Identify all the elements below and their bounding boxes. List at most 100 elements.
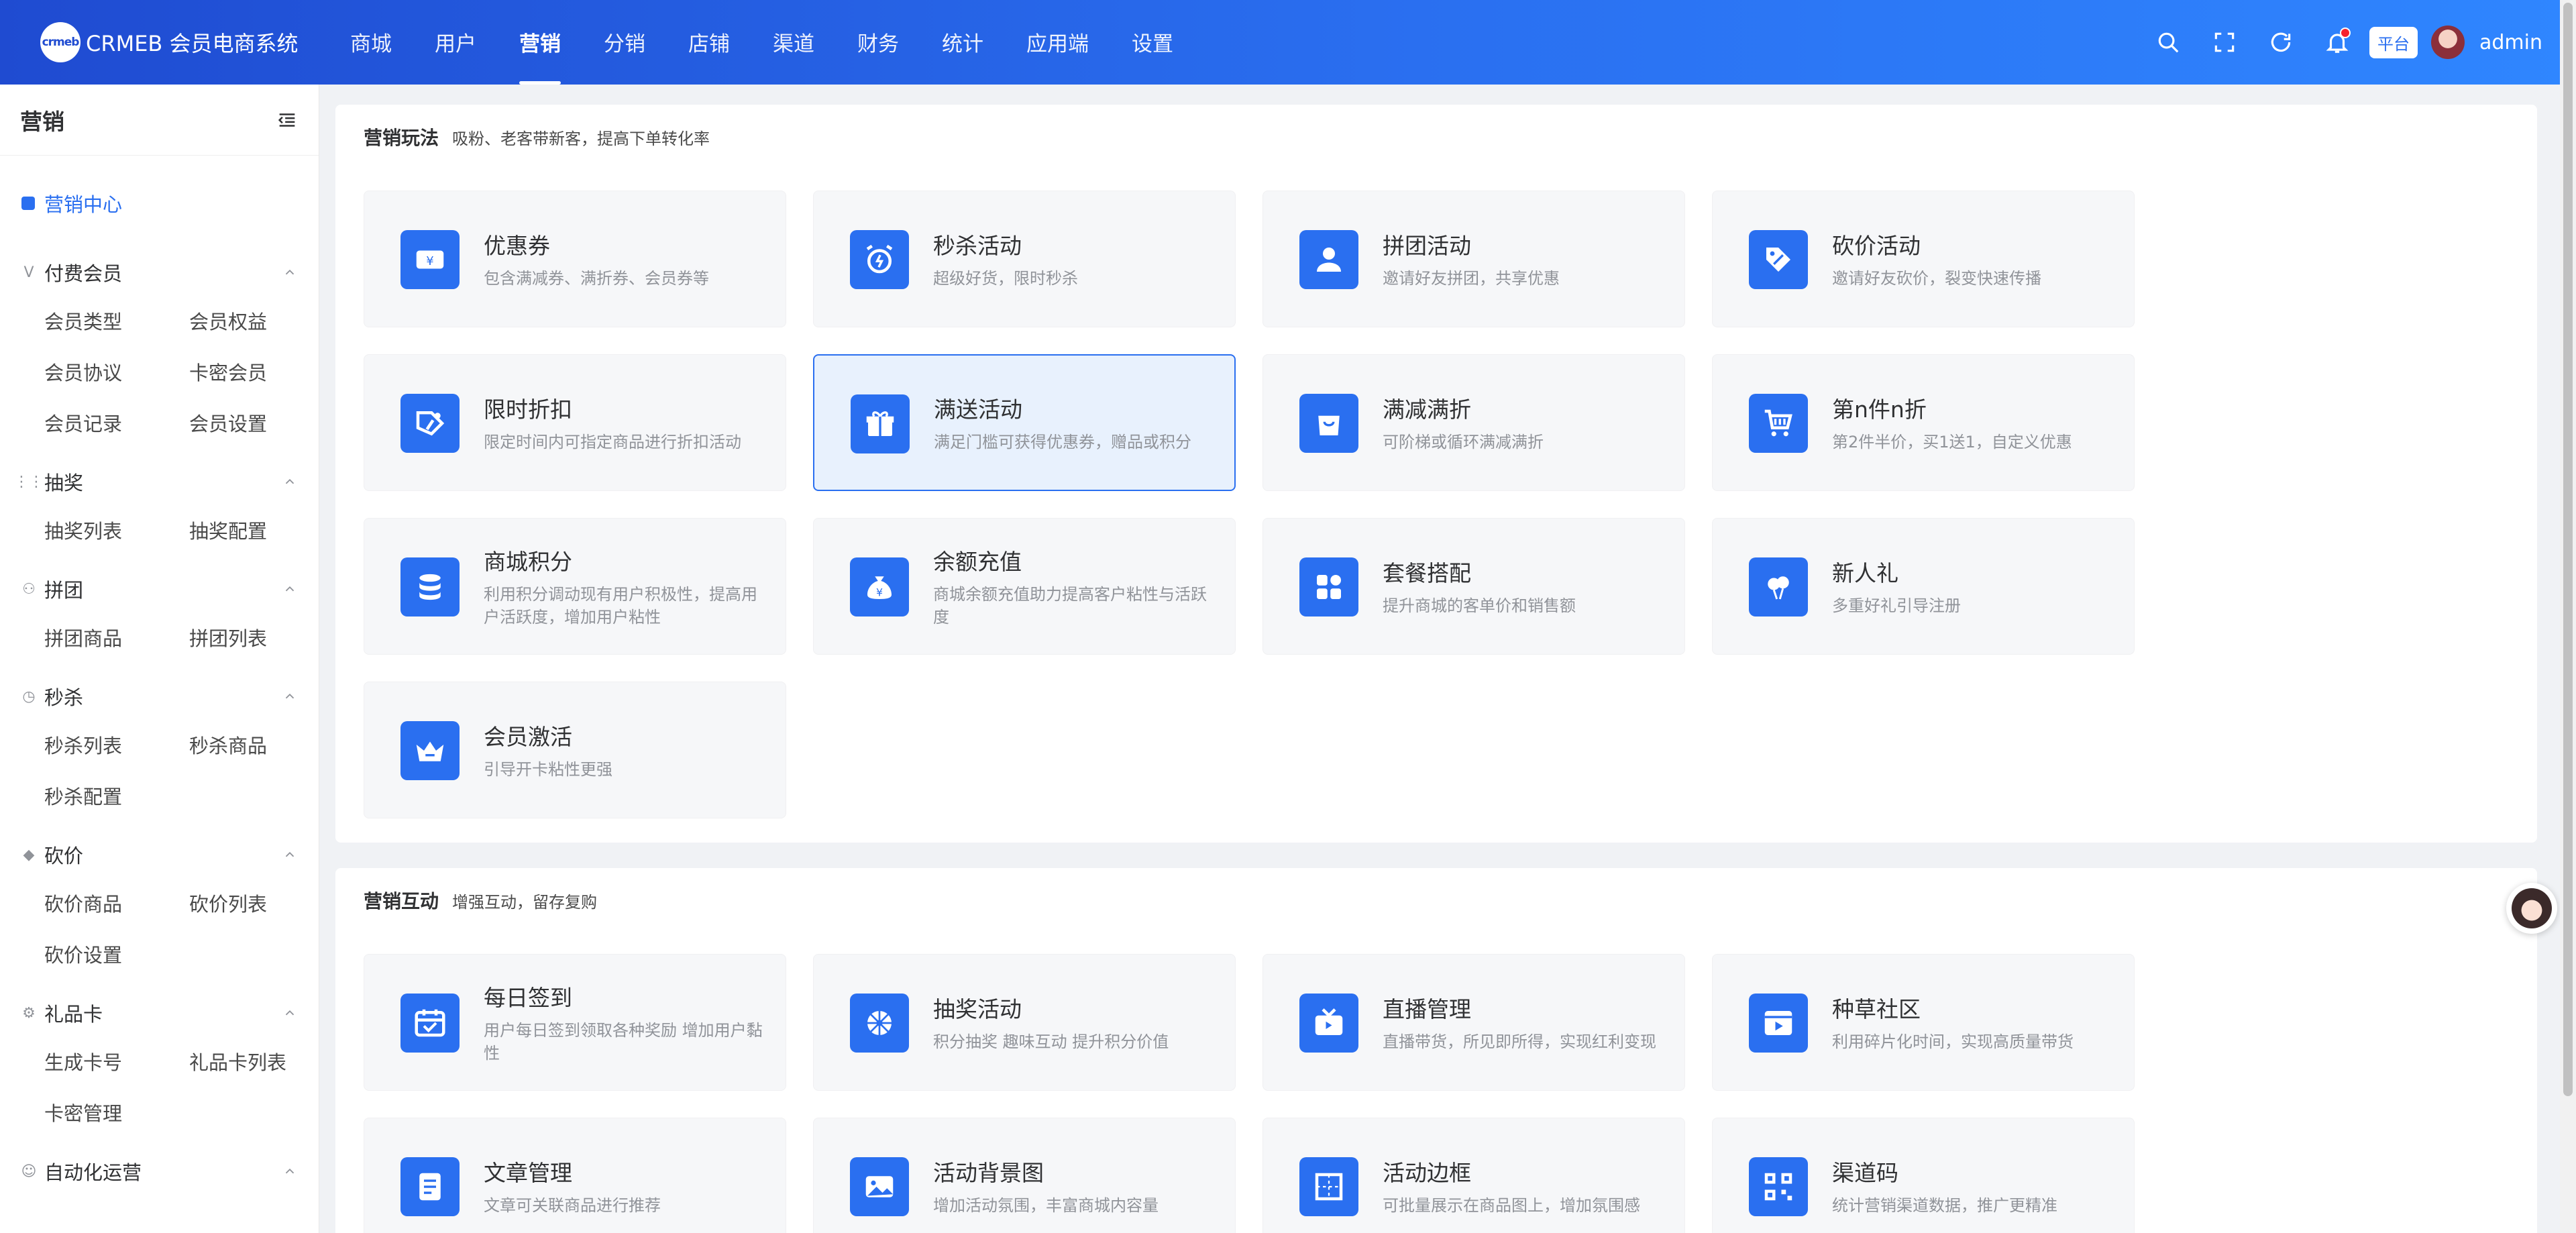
sidebar-header: 营销 [0, 85, 319, 156]
chevron-up-icon [285, 851, 294, 857]
username[interactable]: admin [2479, 31, 2542, 54]
nav-item[interactable]: 应用端 [1005, 0, 1110, 85]
marketing-card[interactable]: 每日签到 用户每日签到领取各种奖励 增加用户黏性 [364, 954, 786, 1091]
sidebar-item[interactable]: 砍价商品 [44, 879, 189, 930]
page-scrollbar[interactable] [2560, 0, 2576, 1233]
card-title: 第n件n折 [1832, 396, 1927, 423]
nav-item[interactable]: 统计 [920, 0, 1005, 85]
sidebar-item[interactable]: 砍价设置 [44, 930, 189, 981]
marketing-card[interactable]: 满送活动 满足门槛可获得优惠券，赠品或积分 [813, 354, 1236, 491]
marketing-card[interactable]: 新人礼 多重好礼引导注册 [1712, 518, 2135, 655]
header-tools: 平台 admin [2140, 0, 2542, 85]
sidebar-group-header[interactable]: ⚙ 礼品卡 [0, 989, 319, 1037]
marketing-card[interactable]: 抽奖活动 积分抽奖 趣味互动 提升积分价值 [813, 954, 1236, 1091]
card-description: 统计营销渠道数据，推广更精准 [1832, 1196, 2057, 1215]
search-icon[interactable] [2140, 14, 2196, 70]
marketing-card[interactable]: 活动边框 可批量展示在商品图上，增加氛围感 [1263, 1118, 1685, 1233]
sidebar-item-marketing-center[interactable]: 营销中心 [0, 166, 319, 240]
nav-item[interactable]: 设置 [1110, 0, 1195, 85]
marketing-card[interactable]: 满减满折 可阶梯或循环满减满折 [1263, 354, 1685, 491]
sidebar-group-header[interactable]: ◆ 砍价 [0, 830, 319, 879]
marketing-card[interactable]: 活动背景图 增加活动氛围，丰富商城内容量 [813, 1118, 1236, 1233]
video-icon [1749, 994, 1808, 1053]
card-title: 新人礼 [1832, 560, 1898, 586]
sidebar-group-header[interactable]: ⚇ 拼团 [0, 565, 319, 613]
marketing-card[interactable]: 商城积分 利用积分调动现有用户积极性，提高用户活跃度，增加用户粘性 [364, 518, 786, 655]
card-description: 文章可关联商品进行推荐 [484, 1196, 661, 1215]
sidebar-group-header[interactable]: V 付费会员 [0, 248, 319, 297]
top-header: crmeb CRMEB 会员电商系统 商城 用户 营销 分销 店铺 渠道 财务 统计 应用端 设置… [0, 0, 2576, 85]
marketing-card[interactable]: 秒杀活动 超级好货，限时秒杀 [813, 191, 1236, 327]
sidebar-item[interactable]: 抽奖配置 [189, 506, 319, 557]
sidebar-item[interactable]: 礼品卡列表 [189, 1037, 319, 1088]
robot-icon: ☺ [21, 1163, 37, 1180]
marketing-card[interactable]: 种草社区 利用碎片化时间，实现高质量带货 [1712, 954, 2135, 1091]
card-body: 活动边框 可批量展示在商品图上，增加氛围感 [1383, 1118, 1664, 1233]
sidebar-item[interactable]: 会员权益 [189, 297, 319, 347]
discount-icon [400, 394, 460, 453]
card-description: 邀请好友砍价，裂变快速传播 [1832, 269, 2041, 288]
nav-item[interactable]: 财务 [836, 0, 920, 85]
nav-item[interactable]: 渠道 [751, 0, 836, 85]
card-body: 渠道码 统计营销渠道数据，推广更精准 [1832, 1118, 2114, 1233]
bell-icon[interactable] [2309, 14, 2365, 70]
bag-icon [1299, 394, 1358, 453]
section-subtitle: 增强互动，留存复购 [452, 893, 598, 912]
logo[interactable]: crmeb CRMEB 会员电商系统 [0, 22, 329, 62]
sidebar-item[interactable]: 卡密会员 [189, 347, 319, 398]
calendar-icon [400, 994, 460, 1053]
group-icon: ⚇ [22, 580, 36, 598]
card-body: 新人礼 多重好礼引导注册 [1832, 519, 2114, 654]
sidebar-group-header[interactable]: ⋮⋮ 抽奖 [0, 458, 319, 506]
sidebar-item[interactable]: 会员记录 [44, 398, 189, 449]
sidebar-group-title: 抽奖 [44, 472, 84, 494]
sidebar-item[interactable]: 卡密管理 [44, 1088, 189, 1139]
marketing-card[interactable]: 第n件n折 第2件半价，买1送1，自定义优惠 [1712, 354, 2135, 491]
sidebar-item[interactable]: 砍价列表 [189, 879, 319, 930]
platform-badge[interactable]: 平台 [2369, 26, 2418, 58]
marketing-card[interactable]: ¥ 余额充值 商城余额充值助力提高客户粘性与活跃度 [813, 518, 1236, 655]
fullscreen-icon[interactable] [2196, 14, 2253, 70]
sidebar-item[interactable]: 拼团列表 [189, 613, 319, 664]
cart-icon [1749, 394, 1808, 453]
sidebar-group-items: 拼团商品 拼团列表 [0, 613, 319, 664]
marketing-card[interactable]: 文章管理 文章可关联商品进行推荐 [364, 1118, 786, 1233]
marketing-card[interactable]: 套餐搭配 提升商城的客单价和销售额 [1263, 518, 1685, 655]
marketing-card[interactable]: 拼团活动 邀请好友拼团，共享优惠 [1263, 191, 1685, 327]
sidebar-item[interactable]: 生成卡号 [44, 1037, 189, 1088]
marketing-card[interactable]: 限时折扣 限定时间内可指定商品进行折扣活动 [364, 354, 786, 491]
marketing-card[interactable]: 砍价活动 邀请好友砍价，裂变快速传播 [1712, 191, 2135, 327]
nav-item[interactable]: 分销 [582, 0, 667, 85]
sidebar-group-header[interactable]: ☺ 自动化运营 [0, 1147, 319, 1195]
customer-service-avatar[interactable] [2506, 883, 2557, 934]
sidebar-item[interactable]: 会员协议 [44, 347, 189, 398]
nav-item[interactable]: 营销 [498, 0, 582, 85]
chevron-up-icon [285, 269, 294, 275]
refresh-icon[interactable] [2253, 14, 2309, 70]
marketing-card[interactable]: 渠道码 统计营销渠道数据，推广更精准 [1712, 1118, 2135, 1233]
nav-item[interactable]: 商城 [329, 0, 413, 85]
nav-item[interactable]: 店铺 [667, 0, 751, 85]
sidebar-item[interactable]: 秒杀配置 [44, 771, 189, 822]
chevron-up-icon [285, 1168, 294, 1174]
scrollbar-thumb[interactable] [2563, 3, 2573, 1096]
card-title: 商城积分 [484, 549, 572, 575]
avatar[interactable] [2431, 25, 2465, 59]
marketing-card[interactable]: 会员激活 引导开卡粘性更强 [364, 682, 786, 818]
main-content: 营销玩法 吸粉、老客带新客，提高下单转化率 ¥ 优惠券 包含满减券、满折券、会员券等… [319, 85, 2560, 1233]
sidebar-item[interactable]: 秒杀商品 [189, 720, 319, 771]
sidebar-item-label: 营销中心 [44, 193, 123, 216]
nav-item[interactable]: 用户 [413, 0, 498, 85]
card-body: 活动背景图 增加活动氛围，丰富商城内容量 [933, 1118, 1215, 1233]
marketing-card[interactable]: 直播管理 直播带货，所见即所得，实现红利变现 [1263, 954, 1685, 1091]
section-subtitle: 吸粉、老客带新客，提高下单转化率 [452, 129, 710, 148]
marketing-card[interactable]: ¥ 优惠券 包含满减券、满折券、会员券等 [364, 191, 786, 327]
menu-collapse-icon[interactable] [276, 109, 299, 131]
sidebar-item[interactable]: 抽奖列表 [44, 506, 189, 557]
sidebar-item[interactable]: 秒杀列表 [44, 720, 189, 771]
sidebar-item[interactable]: 拼团商品 [44, 613, 189, 664]
sidebar-item[interactable]: 会员类型 [44, 297, 189, 347]
sidebar-item[interactable]: 会员设置 [189, 398, 319, 449]
card-body: 砍价活动 邀请好友砍价，裂变快速传播 [1832, 191, 2114, 327]
sidebar-group-header[interactable]: ◷ 秒杀 [0, 672, 319, 720]
